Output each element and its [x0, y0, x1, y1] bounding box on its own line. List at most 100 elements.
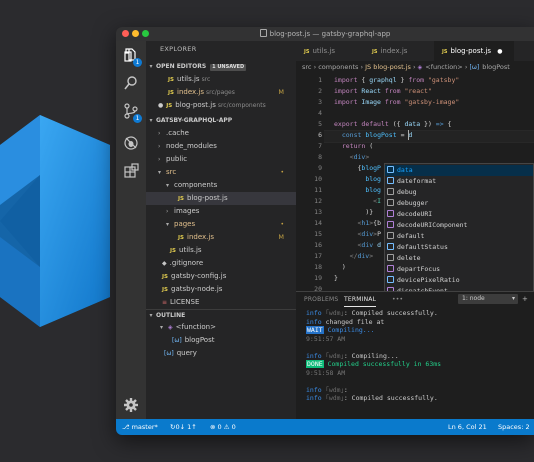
code-line: 8 <div>	[296, 152, 534, 163]
variable-icon	[387, 243, 394, 250]
chevron-down-icon: ▾	[166, 182, 170, 189]
search-icon[interactable]	[123, 75, 139, 91]
breadcrumb-item[interactable]: components	[318, 63, 358, 71]
extensions-icon[interactable]	[123, 163, 139, 179]
debug-icon[interactable]	[123, 135, 139, 151]
suggestion-item[interactable]: data	[385, 165, 533, 176]
indentation[interactable]: Spaces: 2	[498, 419, 530, 435]
suggestion-item[interactable]: defaultStatus	[385, 242, 533, 253]
tab-terminal[interactable]: TERMINAL	[344, 296, 377, 307]
js-file-icon: JS	[168, 77, 175, 83]
line-number: 10	[314, 175, 322, 183]
tree-item-node-modules[interactable]: › node_modules	[146, 140, 296, 153]
project-header[interactable]: ▾ GATSBY-GRAPHQL-APP	[146, 115, 296, 126]
tree-item-blog-post[interactable]: JS blog-post.js	[146, 192, 296, 205]
outline-item-label: <function>	[175, 323, 216, 331]
keyword-icon	[387, 254, 394, 261]
tree-item-license[interactable]: ≡ LICENSE	[146, 296, 296, 309]
text-icon	[387, 188, 394, 195]
git-file-icon: ◆	[162, 260, 167, 267]
branch-indicator[interactable]: ⎇ master*	[122, 419, 158, 435]
suggestion-item[interactable]: decodeURIComponent	[385, 220, 533, 231]
suggestion-item[interactable]: debug	[385, 187, 533, 198]
code-line: 6 const blogPost = d	[296, 130, 534, 141]
tree-item-label: blog-post.js	[187, 194, 228, 202]
terminal-line: info ｢wdm｣: Compiling...	[306, 351, 399, 360]
suggestion-label: decodeURI	[397, 210, 433, 218]
tab-utils[interactable]: JS utils.js	[296, 41, 364, 61]
modified-indicator: M	[278, 233, 284, 241]
tree-item-label: LICENSE	[170, 298, 200, 306]
code-text: return (	[341, 142, 374, 150]
warning-count: 0	[231, 423, 236, 431]
tree-item-label: node_modules	[166, 142, 217, 150]
suggestion-item[interactable]: decodeURI	[385, 209, 533, 220]
suggestion-item[interactable]: devicePixelRatio	[385, 275, 533, 286]
tree-item-index[interactable]: JS index.js M	[146, 231, 296, 244]
tree-item-gitignore[interactable]: ◆ .gitignore	[146, 257, 296, 270]
tree-item-cache[interactable]: › .cache	[146, 127, 296, 140]
suggestion-label: debugger	[397, 199, 429, 207]
line-number: 12	[314, 197, 322, 205]
method-icon	[387, 265, 394, 272]
tree-item-label: gatsby-node.js	[171, 285, 223, 293]
open-editor-blog-post[interactable]: ● JS blog-post.js src/components	[146, 99, 296, 112]
gear-icon[interactable]	[123, 397, 139, 413]
chevron-right-icon: ›	[158, 130, 161, 137]
tree-item-label: .gitignore	[169, 259, 204, 267]
suggestion-item[interactable]: departFocus	[385, 264, 533, 275]
breadcrumb-item[interactable]: blogPost	[482, 63, 510, 71]
tree-item-label: images	[174, 207, 200, 215]
suggestion-item[interactable]: dateformat	[385, 176, 533, 187]
chevron-down-icon: ▾	[149, 312, 153, 319]
warning-icon: ⚠	[223, 423, 230, 431]
variable-icon	[387, 276, 394, 283]
sync-text: 0↓ 1↑	[175, 423, 197, 431]
breadcrumb-item[interactable]: JS blog-post.js	[365, 63, 411, 71]
tree-item-public[interactable]: › public	[146, 153, 296, 166]
suggestion-item[interactable]: delete	[385, 253, 533, 264]
vscode-logo-icon	[0, 115, 110, 327]
line-number: 14	[314, 219, 322, 227]
method-icon	[387, 210, 394, 217]
suggestion-item[interactable]: debugger	[385, 198, 533, 209]
code-text: import React from "react"	[334, 87, 432, 95]
tree-item-utils[interactable]: JS utils.js	[146, 244, 296, 257]
cursor-position[interactable]: Ln 6, Col 21	[448, 419, 487, 435]
line-number: 9	[318, 164, 322, 172]
code-text: export default ({ data }) => {	[334, 120, 452, 128]
outline-item-query[interactable]: [ω] query	[146, 347, 296, 360]
breadcrumb-item[interactable]: <function>	[425, 63, 462, 71]
breadcrumb-item[interactable]: src	[302, 63, 312, 71]
tab-problems[interactable]: PROBLEMS	[304, 296, 338, 303]
tree-item-gatsby-config[interactable]: JS gatsby-config.js	[146, 270, 296, 283]
code-line: 4	[296, 108, 534, 119]
outline-header[interactable]: ▾ OUTLINE	[146, 309, 296, 321]
terminal-select[interactable]: 1: node ▾	[458, 294, 518, 304]
sync-indicator[interactable]: ↻0↓ 1↑	[170, 419, 197, 435]
open-editor-index[interactable]: JS index.js src/pages M	[146, 86, 296, 99]
more-actions-icon[interactable]: •••	[392, 296, 403, 303]
tree-item-pages[interactable]: ▾ pages •	[146, 218, 296, 231]
tree-item-src[interactable]: ▾ src •	[146, 166, 296, 179]
line-number: 2	[318, 87, 322, 95]
modified-dot-icon: •	[280, 169, 284, 176]
tree-item-gatsby-node[interactable]: JS gatsby-node.js	[146, 283, 296, 296]
tab-blog-post[interactable]: JS blog-post.js ●	[434, 41, 514, 61]
outline-item-function[interactable]: ▾ ◈ <function>	[146, 321, 296, 334]
code-text: <h1>{b	[357, 219, 381, 227]
open-editor-utils[interactable]: JS utils.js src	[146, 73, 296, 86]
tab-index[interactable]: JS index.js	[364, 41, 434, 61]
tree-item-components[interactable]: ▾ components	[146, 179, 296, 192]
problems-indicator[interactable]: ⊗ 0 ⚠ 0	[210, 419, 236, 435]
add-terminal-icon[interactable]: +	[522, 295, 528, 303]
suggestion-item[interactable]: default	[385, 231, 533, 242]
chevron-down-icon: ▾	[149, 117, 153, 124]
outline-item-blogpost[interactable]: [ω] blogPost	[146, 334, 296, 347]
suggestion-label: departFocus	[397, 265, 441, 273]
open-editors-header[interactable]: ▾ OPEN EDITORS 1 UNSAVED	[146, 61, 296, 72]
tree-item-label: components	[174, 181, 218, 189]
line-number: 5	[318, 120, 322, 128]
tree-item-images[interactable]: › images	[146, 205, 296, 218]
chevron-down-icon: ▾	[166, 221, 170, 228]
